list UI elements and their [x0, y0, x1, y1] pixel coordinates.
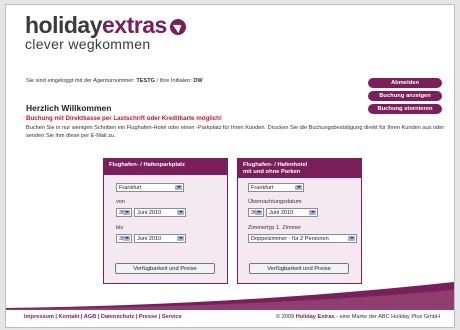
- hotel-room-value: Doppelzimmer - für 2 Personen: [251, 236, 329, 242]
- chevron-down-icon: [309, 210, 316, 215]
- chevron-down-icon: [123, 236, 130, 241]
- hotel-room-label: Zimmertyp 1. Zimmer: [248, 225, 302, 231]
- chevron-down-icon: [348, 236, 355, 241]
- login-prefix: Sie sind eingeloggt mit der Agenturnumme…: [26, 78, 135, 84]
- cancel-booking-button[interactable]: Buchung stornieren: [368, 104, 442, 114]
- promo-text: Buchung mit Direktkasse per Lastschrift …: [26, 115, 222, 122]
- initials-value: DW: [193, 78, 203, 84]
- logo-part-holiday: holiday: [25, 12, 103, 38]
- logo-tagline: clever wegkommen: [25, 36, 151, 52]
- parking-from-label: von: [116, 199, 126, 205]
- logout-button[interactable]: Abmelden: [368, 78, 442, 88]
- footer-links[interactable]: Impressum | Kontakt | AGB | Datenschutz …: [24, 314, 182, 320]
- footer-wave-decoration: [6, 282, 454, 310]
- show-booking-button[interactable]: Buchung anzeigen: [368, 91, 442, 101]
- hotel-month-value: Juni 2010: [269, 210, 294, 216]
- parking-to-label: bis: [116, 225, 124, 231]
- hotel-search-box: Flughafen- / Hafenhotel mit und ohne Park…: [237, 158, 362, 284]
- account-actions: Abmelden Buchung anzeigen Buchung storni…: [368, 78, 442, 117]
- hotel-month-select[interactable]: Juni 2010: [266, 208, 318, 217]
- chevron-down-icon: [177, 210, 184, 215]
- parking-box-title: Flughafen- / Hafenparkplatz: [104, 159, 227, 175]
- parking-to-day-select[interactable]: 30: [116, 234, 132, 243]
- hotel-room-select[interactable]: Doppelzimmer - für 2 Personen: [248, 234, 357, 243]
- hotel-date-label: Übernachtungsdatum: [248, 199, 302, 205]
- hotel-day-select[interactable]: 30: [248, 208, 264, 217]
- chevron-down-icon: [295, 185, 302, 190]
- copyright-prefix: © 2009: [276, 314, 295, 320]
- parking-from-month-select[interactable]: Juni 2010: [134, 208, 186, 217]
- intro-text: Buchen Sie in nur wenigen Schritten ein …: [26, 125, 445, 139]
- logo[interactable]: holidayextras clever wegkommen: [25, 13, 186, 52]
- chevron-down-icon: [175, 185, 182, 190]
- agency-number: TESTG: [136, 78, 156, 84]
- copyright-brand: Holiday Extras: [295, 314, 335, 320]
- hotel-airport-select[interactable]: Frankfurt: [248, 183, 304, 192]
- hotel-box-title: Flughafen- / Hafenhotel mit und ohne Park…: [238, 159, 361, 178]
- parking-from-day-select[interactable]: 30: [116, 208, 132, 217]
- chevron-down-icon: [255, 210, 262, 215]
- parking-to-month-select[interactable]: Juni 2010: [134, 234, 186, 243]
- logo-swirl-icon: [169, 19, 186, 35]
- parking-to-month-value: Juni 2010: [137, 236, 162, 242]
- copyright-suffix: - eine Marke der ABC Holiday Plus GmbH: [336, 314, 440, 320]
- initials-label: / Ihre Initialen:: [156, 78, 192, 84]
- login-status: Sie sind eingeloggt mit der Agenturnumme…: [26, 78, 203, 84]
- parking-airport-select[interactable]: Frankfurt: [116, 183, 184, 192]
- parking-availability-button[interactable]: Verfügbarkeit und Preise: [115, 263, 215, 274]
- hotel-title-line1: Flughafen- / Hafenhotel: [243, 162, 308, 168]
- chevron-down-icon: [177, 236, 184, 241]
- page-title: Herzlich Willkommen: [26, 103, 112, 113]
- chevron-down-icon: [123, 210, 130, 215]
- hotel-airport-value: Frankfurt: [251, 185, 274, 191]
- footer-copyright: © 2009 Holiday Extras - eine Marke der A…: [276, 314, 440, 320]
- parking-search-box: Flughafen- / Hafenparkplatz Frankfurt vo…: [103, 158, 228, 284]
- parking-from-month-value: Juni 2010: [137, 210, 162, 216]
- logo-part-extras: extras: [102, 12, 167, 38]
- page: holidayextras clever wegkommen Sie sind …: [5, 4, 455, 328]
- hotel-availability-button[interactable]: Verfügbarkeit und Preise: [249, 263, 349, 274]
- hotel-title-line2: mit und ohne Parken: [243, 169, 301, 175]
- logo-wordmark: holidayextras: [25, 13, 186, 37]
- parking-airport-value: Frankfurt: [119, 185, 142, 191]
